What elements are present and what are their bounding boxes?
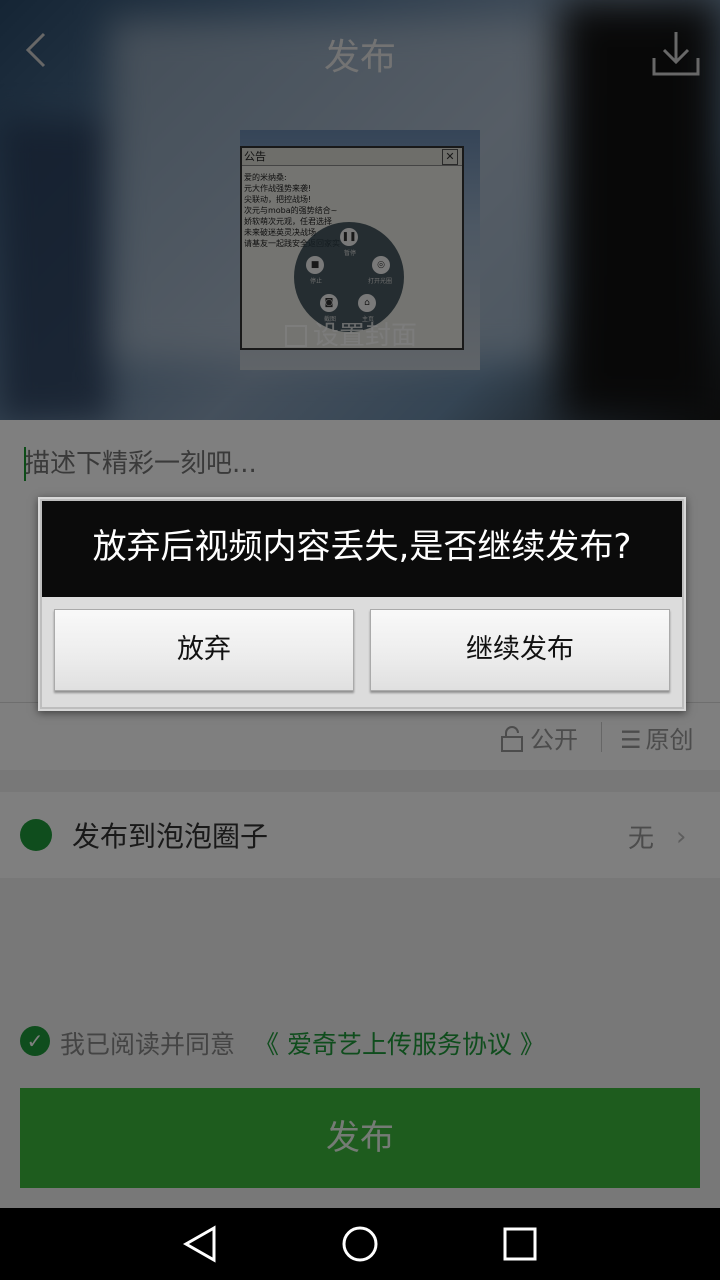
dialog-message: 放弃后视频内容丢失,是否继续发布? [42, 501, 682, 597]
home-circle-icon [342, 1226, 378, 1262]
discard-button[interactable]: 放弃 [54, 609, 354, 691]
nav-recents-button[interactable] [498, 1224, 542, 1264]
nav-back-button[interactable] [178, 1224, 222, 1264]
back-triangle-icon [182, 1225, 216, 1263]
recents-square-icon [503, 1227, 537, 1261]
system-nav-bar [0, 1208, 720, 1280]
nav-home-button[interactable] [338, 1224, 382, 1264]
continue-publish-button[interactable]: 继续发布 [370, 609, 670, 691]
confirm-dialog: 放弃后视频内容丢失,是否继续发布? 放弃 继续发布 [38, 497, 686, 711]
dialog-buttons: 放弃 继续发布 [42, 597, 682, 707]
